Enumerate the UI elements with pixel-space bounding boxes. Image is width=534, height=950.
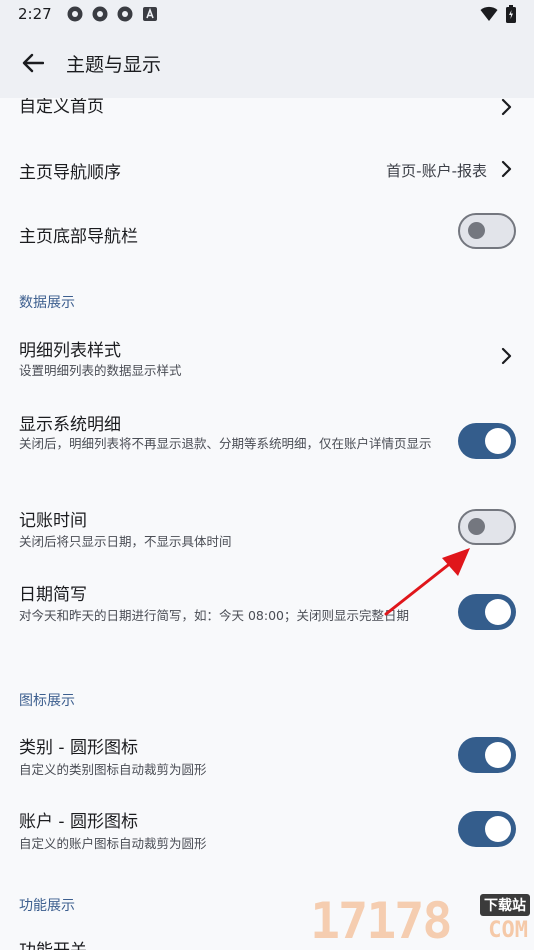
record-time-switch[interactable] (458, 509, 516, 545)
setting-subtitle: 设置明细列表的数据显示样式 (19, 363, 182, 378)
setting-value: 首页-账户-报表 (386, 162, 487, 180)
app-notification-icon (117, 6, 133, 22)
watermark-logo: 17178 下载站 COM (310, 892, 534, 950)
chevron-right-icon (501, 347, 512, 365)
setting-title: 显示系统明细 (19, 415, 121, 435)
setting-subtitle: 关闭后，明细列表将不再显示退款、分期等系统明细，仅在账户详情页显示 (19, 436, 432, 451)
status-bar: 2:27 (0, 0, 534, 28)
app-notification-icon (92, 6, 108, 22)
chevron-right-icon (501, 98, 512, 116)
a-letter-icon (142, 7, 157, 21)
switch-knob (468, 222, 485, 239)
switch-knob (468, 518, 485, 535)
app-notification-icon (67, 6, 83, 22)
arrow-back-icon (22, 53, 44, 73)
system-detail-switch[interactable] (458, 423, 516, 459)
bottom-nav-switch[interactable] (458, 213, 516, 249)
chevron-right-icon (501, 160, 512, 178)
watermark-text: 17178 (310, 892, 453, 950)
account-round-switch[interactable] (458, 811, 516, 847)
battery-icon (506, 5, 516, 23)
setting-subtitle: 对今天和昨天的日期进行简写，如：今天 08:00；关闭则显示完整日期 (19, 608, 409, 623)
switch-knob (485, 816, 511, 842)
setting-title: 账户 - 圆形图标 (19, 812, 138, 832)
category-round-switch[interactable] (458, 737, 516, 773)
setting-title: 主页导航顺序 (19, 163, 121, 183)
setting-subtitle: 关闭后将只显示日期，不显示具体时间 (19, 534, 232, 549)
page-title: 主题与显示 (66, 53, 162, 76)
setting-account-round[interactable]: 账户 - 圆形图标 自定义的账户图标自动裁剪为圆形 (0, 802, 534, 858)
switch-knob (485, 742, 511, 768)
setting-nav-order[interactable]: 主页导航顺序 首页-账户-报表 (0, 138, 534, 200)
watermark-badge: 下载站 (480, 894, 530, 916)
setting-category-round[interactable]: 类别 - 圆形图标 自定义的类别图标自动裁剪为圆形 (0, 728, 534, 784)
wifi-icon (480, 6, 498, 21)
settings-list[interactable]: 自定义首页 主页导航顺序 首页-账户-报表 主页底部导航栏 数据展示 明细列表样… (0, 98, 534, 950)
setting-subtitle: 自定义的账户图标自动裁剪为圆形 (19, 836, 207, 851)
switch-knob (485, 599, 511, 625)
section-header-data: 数据展示 (19, 295, 75, 311)
app-bar: 主题与显示 (0, 28, 534, 98)
setting-record-time[interactable]: 记账时间 关闭后将只显示日期，不显示具体时间 (0, 502, 534, 558)
section-header-icon: 图标展示 (19, 693, 75, 709)
date-short-switch[interactable] (458, 594, 516, 630)
setting-title: 自定义首页 (19, 98, 104, 117)
setting-title: 主页底部导航栏 (19, 227, 138, 247)
setting-title: 日期简写 (19, 585, 87, 605)
watermark-domain: COM (488, 918, 528, 943)
setting-date-short[interactable]: 日期简写 对今天和昨天的日期进行简写，如：今天 08:00；关闭则显示完整日期 (0, 576, 534, 652)
setting-title: 记账时间 (19, 511, 87, 531)
setting-system-detail[interactable]: 显示系统明细 关闭后，明细列表将不再显示退款、分期等系统明细，仅在账户详情页显示 (0, 404, 534, 480)
section-header-feature: 功能展示 (19, 898, 75, 914)
setting-title: 功能开关 (19, 936, 87, 950)
setting-custom-home[interactable]: 自定义首页 (0, 98, 534, 130)
switch-knob (485, 428, 511, 454)
setting-title: 明细列表样式 (19, 341, 121, 361)
setting-list-style[interactable]: 明细列表样式 设置明细列表的数据显示样式 (0, 326, 534, 384)
back-button[interactable] (18, 48, 48, 78)
setting-title: 类别 - 圆形图标 (19, 738, 138, 758)
status-time: 2:27 (18, 5, 52, 23)
setting-subtitle: 自定义的类别图标自动裁剪为圆形 (19, 762, 207, 777)
setting-bottom-nav[interactable]: 主页底部导航栏 (0, 202, 534, 264)
